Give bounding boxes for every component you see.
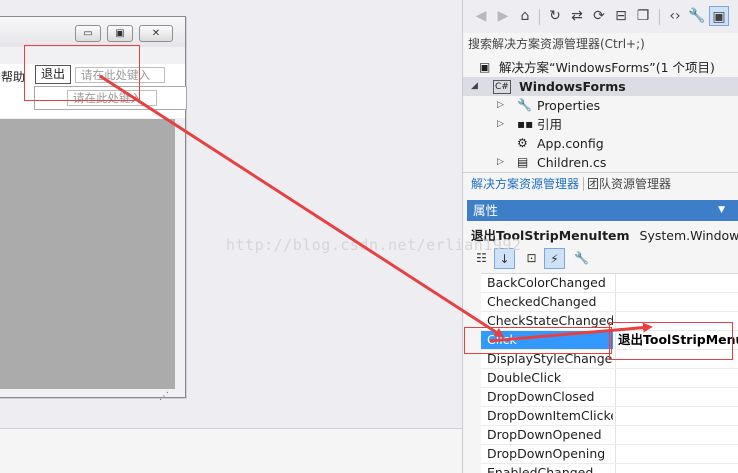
tree-item-project[interactable]: ◢ C# WindowsForms [463, 77, 738, 96]
event-name: CheckedChanged [487, 294, 597, 309]
tree-item-label: WindowsForms [519, 79, 626, 94]
event-name: DropDownItemClicked [487, 408, 613, 423]
event-handler-value[interactable] [615, 293, 738, 311]
expanded-arrow-icon[interactable]: ◢ [471, 77, 478, 96]
tree-item-references[interactable]: ▷ ▪▪ 引用 [463, 115, 738, 134]
back-icon[interactable]: ◀ [471, 6, 491, 26]
wrench-icon[interactable]: 🔧 [687, 6, 707, 26]
tree-item-label: 引用 [537, 117, 563, 132]
event-name: DropDownOpened [487, 427, 602, 442]
size-grip-icon[interactable]: ⋰ [159, 391, 173, 405]
dropdown-arrow-icon[interactable]: ▼ [718, 200, 725, 221]
event-row-dropdownopened[interactable]: DropDownOpened [481, 426, 738, 445]
form-border [175, 119, 185, 389]
forward-icon[interactable]: ▶ [493, 6, 513, 26]
event-handler-value[interactable] [615, 426, 738, 444]
tree-item-children-cs[interactable]: ▷ ▤ Children.cs [463, 153, 738, 172]
event-row-dropdownitemclicked[interactable]: DropDownItemClicked [481, 407, 738, 426]
event-row-dropdownopening[interactable]: DropDownOpening [481, 445, 738, 464]
tree-item-label: Properties [537, 98, 601, 113]
annotation-box-click [464, 327, 612, 354]
wrench-icon: 🔧 [517, 98, 532, 112]
component-tray [0, 428, 462, 473]
properties-header[interactable]: 属性 ▼ [467, 200, 738, 221]
properties-title: 属性 [473, 203, 499, 218]
event-name: BackColorChanged [487, 275, 606, 290]
form-client-area[interactable] [0, 119, 175, 389]
pin-icon[interactable]: ▣ [709, 6, 729, 26]
copy-icon[interactable]: ❐ [633, 6, 653, 26]
event-row-backcolorchanged[interactable]: BackColorChanged [481, 274, 738, 293]
collapse-icon[interactable]: ⊟ [611, 6, 631, 26]
solution-explorer-tabs: 解决方案资源管理器 团队资源管理器 [463, 172, 738, 194]
object-type: System.Windows.Fo [639, 228, 738, 243]
solution-explorer-search[interactable]: 搜索解决方案资源管理器(Ctrl+;) [468, 35, 734, 52]
tree-item-label: 解决方案“WindowsForms”(1 个项目) [499, 60, 715, 75]
event-handler-value[interactable] [615, 445, 738, 463]
event-handler-value[interactable] [615, 464, 738, 473]
annotation-box-menu [24, 45, 140, 101]
maximize-icon[interactable]: ▣ [107, 25, 133, 42]
event-handler-value[interactable] [615, 274, 738, 292]
properties-gutter [467, 273, 481, 473]
event-name: DropDownOpening [487, 446, 606, 461]
watermark-text: http://blog.csdn.net/erlian1992 [226, 236, 522, 254]
event-row-enabledchanged[interactable]: EnabledChanged [481, 464, 738, 473]
tree-item-properties[interactable]: ▷ 🔧 Properties [463, 96, 738, 115]
config-file-icon: ⚙ [517, 136, 528, 150]
property-pages-icon[interactable]: 🔧 [571, 248, 592, 269]
events-grid: BackColorChanged CheckedChanged CheckState… [481, 273, 738, 473]
solution-tree: ▣ 解决方案“WindowsForms”(1 个项目) ◢ C# Windows… [463, 56, 738, 172]
collapsed-arrow-icon[interactable]: ▷ [497, 96, 504, 115]
tree-item-solution[interactable]: ▣ 解决方案“WindowsForms”(1 个项目) [463, 58, 738, 77]
tree-item-app-config[interactable]: ⚙ App.config [463, 134, 738, 153]
annotation-box-handler [609, 322, 733, 360]
event-row-dropdownclosed[interactable]: DropDownClosed [481, 388, 738, 407]
collapsed-arrow-icon[interactable]: ▷ [497, 153, 504, 172]
csharp-project-icon: C# [493, 80, 511, 94]
toolbar-separator [539, 9, 540, 25]
collapsed-arrow-icon[interactable]: ▷ [497, 115, 504, 134]
tab-divider [583, 177, 584, 191]
event-handler-value[interactable] [615, 388, 738, 406]
refresh-icon[interactable]: ⟳ [589, 6, 609, 26]
menu-item-help[interactable]: 帮助 [1, 68, 25, 85]
tab-team-explorer[interactable]: 团队资源管理器 [587, 175, 671, 192]
event-row-doubleclick[interactable]: DoubleClick [481, 369, 738, 388]
close-icon[interactable]: ✕ [139, 25, 173, 42]
event-name: DropDownClosed [487, 389, 595, 404]
history-icon[interactable]: ↻ [545, 6, 565, 26]
properties-view-icon[interactable]: ⊡ [521, 248, 542, 269]
references-icon: ▪▪ [517, 117, 534, 131]
event-handler-value[interactable] [615, 369, 738, 387]
tree-item-label: App.config [537, 136, 604, 151]
event-row-checkedchanged[interactable]: CheckedChanged [481, 293, 738, 312]
form-file-icon: ▤ [517, 155, 529, 169]
event-handler-value[interactable] [615, 407, 738, 425]
form-title-bar[interactable]: ▭ ▣ ✕ [0, 17, 185, 47]
solution-icon: ▣ [479, 60, 491, 74]
solution-explorer-toolbar: ◀ ▶ ⌂ ↻ ⇄ ⟳ ⊟ ❐ ‹› 🔧 ▣ [463, 0, 738, 33]
minimize-icon[interactable]: ▭ [75, 25, 101, 42]
toolbar-separator [659, 9, 660, 25]
tab-solution-explorer[interactable]: 解决方案资源管理器 [471, 175, 579, 192]
sync-icon[interactable]: ⇄ [567, 6, 587, 26]
events-lightning-icon[interactable]: ⚡ [544, 248, 565, 269]
code-icon[interactable]: ‹› [665, 6, 685, 26]
event-name: DoubleClick [487, 370, 562, 385]
event-name: EnabledChanged [487, 465, 594, 473]
home-icon[interactable]: ⌂ [515, 6, 535, 26]
tree-item-label: Children.cs [537, 155, 607, 170]
